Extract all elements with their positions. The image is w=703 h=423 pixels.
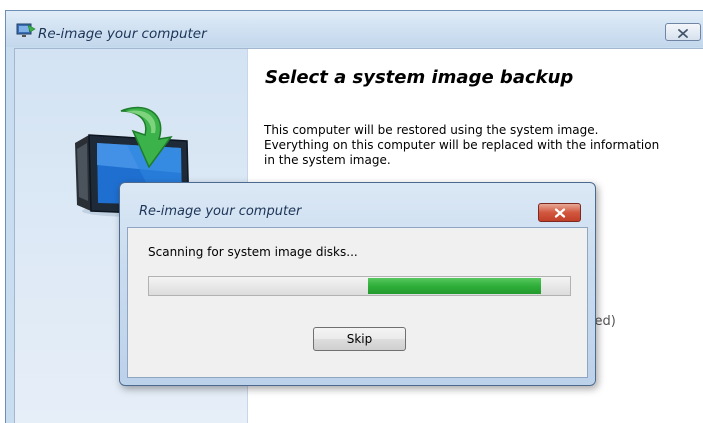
main-window-title: Re-image your computer — [38, 26, 207, 42]
restore-computer-icon — [16, 23, 36, 39]
skip-button[interactable]: Skip — [313, 327, 406, 351]
progress-marquee-segment — [368, 278, 541, 294]
dialog-title: Re-image your computer — [139, 204, 302, 219]
close-icon — [678, 23, 688, 42]
page-description: This computer will be restored using the… — [264, 123, 660, 167]
scan-progress-bar — [148, 276, 571, 296]
scanning-dialog: Re-image your computer Scanning for syst… — [119, 182, 596, 386]
close-icon — [554, 203, 566, 222]
dialog-content: Scanning for system image disks... Skip — [127, 227, 588, 378]
scan-status-text: Scanning for system image disks... — [148, 245, 358, 259]
main-close-button[interactable] — [665, 23, 701, 41]
page-heading: Select a system image backup — [265, 67, 574, 88]
dialog-close-button[interactable] — [538, 203, 581, 222]
main-title-bar: Re-image your computer — [6, 11, 703, 47]
